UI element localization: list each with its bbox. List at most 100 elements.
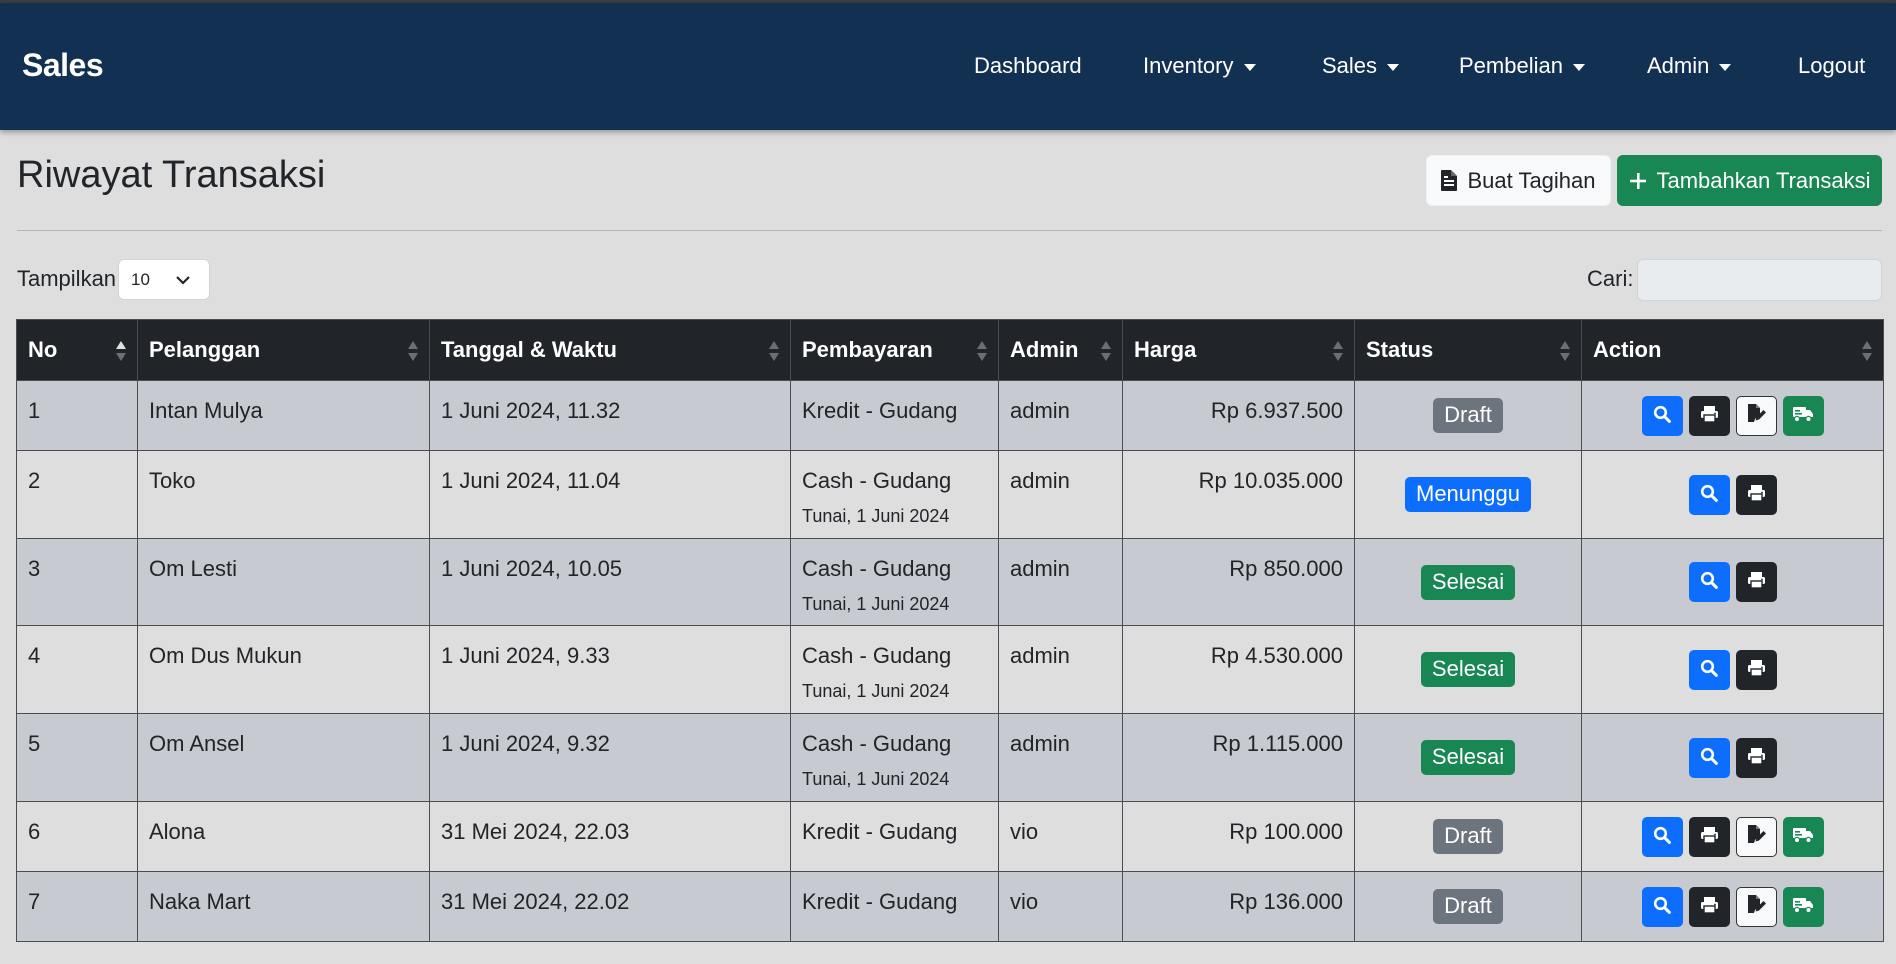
nav-label: Admin [1647,53,1710,78]
divider [17,230,1882,231]
view-button[interactable] [1688,649,1730,690]
payment-method: Kredit - Gudang [802,819,958,844]
payment-method: Cash - Gudang [802,468,952,493]
cell-pelanggan: Intan Mulya [137,380,430,451]
column-header-admin[interactable]: Admin [998,319,1123,381]
cell-no: 4 [16,625,138,714]
edit-button[interactable] [1735,886,1777,927]
cell-no: 3 [16,538,138,626]
view-button[interactable] [1641,816,1683,857]
cell-tanggal: 31 Mei 2024, 22.03 [429,801,791,872]
payment-detail: Tunai, 1 Juni 2024 [802,506,950,526]
file-edit-icon [1746,824,1766,850]
cell-harga: Rp 6.937.500 [1122,380,1355,451]
cell-status: Selesai [1354,625,1582,714]
column-header-action[interactable]: Action [1581,319,1884,381]
column-header-no[interactable]: No [16,319,138,381]
status-badge: Draft [1433,819,1503,854]
print-icon [1700,894,1719,920]
column-header-harga[interactable]: Harga [1122,319,1355,381]
cell-harga: Rp 10.035.000 [1122,450,1355,539]
cell-status: Selesai [1354,713,1582,802]
plus-icon [1629,172,1647,190]
nav-label: Logout [1798,53,1866,78]
caret-down-icon [1387,63,1400,71]
print-icon [1747,657,1766,683]
buat-tagihan-button[interactable]: Buat Tagihan [1426,155,1611,206]
cell-pelanggan: Naka Mart [137,871,430,942]
cell-action [1581,450,1884,539]
edit-button[interactable] [1735,816,1777,857]
cell-tanggal: 1 Juni 2024, 11.32 [429,380,791,451]
search-input[interactable] [1637,259,1882,301]
cell-status: Draft [1354,380,1582,451]
nav-inventory[interactable]: Inventory [1143,53,1256,79]
brand-logo[interactable]: Sales [22,47,104,84]
caret-down-icon [1719,63,1732,71]
search-icon [1700,745,1718,771]
print-button[interactable] [1735,737,1777,778]
print-button[interactable] [1688,886,1730,927]
sort-icon [1333,341,1343,361]
cell-status: Menunggu [1354,450,1582,539]
cell-admin: vio [998,871,1123,942]
status-badge: Selesai [1420,740,1516,775]
view-button[interactable] [1641,886,1683,927]
table-header-row: No Pelanggan Tanggal & Waktu Pembayaran … [16,319,1884,381]
nav-sales[interactable]: Sales [1322,53,1400,79]
view-button[interactable] [1641,395,1683,436]
print-button[interactable] [1688,816,1730,857]
ship-button[interactable] [1782,395,1824,436]
view-button[interactable] [1688,474,1730,515]
ship-button[interactable] [1782,886,1824,927]
cell-pelanggan: Om Ansel [137,713,430,802]
cell-pelanggan: Alona [137,801,430,872]
view-button[interactable] [1688,562,1730,602]
view-button[interactable] [1688,737,1730,778]
print-button[interactable] [1735,649,1777,690]
search-icon [1653,824,1671,850]
nav-label: Sales [1322,53,1378,78]
tambah-transaksi-button[interactable]: Tambahkan Transaksi [1617,155,1882,206]
sort-asc-icon [116,341,126,361]
nav-admin[interactable]: Admin [1647,53,1732,79]
print-icon [1700,403,1719,429]
cell-no: 2 [16,450,138,539]
action-buttons [1593,886,1872,927]
print-button[interactable] [1735,474,1777,515]
cell-pelanggan: Om Dus Mukun [137,625,430,714]
cell-action [1581,871,1884,942]
print-button[interactable] [1688,395,1730,436]
column-header-tanggal[interactable]: Tanggal & Waktu [429,319,791,381]
length-select[interactable]: 10 [118,259,210,300]
cell-status: Selesai [1354,538,1582,626]
edit-button[interactable] [1735,395,1777,436]
print-button[interactable] [1735,562,1777,602]
table-row: 5 Om Ansel 1 Juni 2024, 9.32 Cash - Gudang T… [16,713,1884,802]
length-label: Tampilkan [17,266,117,291]
cell-pembayaran: Kredit - Gudang [790,871,999,942]
nav-label: Pembelian [1459,53,1563,78]
cell-harga: Rp 850.000 [1122,538,1355,626]
column-header-pembayaran[interactable]: Pembayaran [790,319,999,381]
truck-icon [1792,894,1814,920]
search-icon [1700,657,1718,683]
ship-button[interactable] [1782,816,1824,857]
nav-logout[interactable]: Logout [1798,53,1865,79]
payment-detail: Tunai, 1 Juni 2024 [802,681,950,701]
cell-pembayaran: Cash - Gudang Tunai, 1 Juni 2024 [790,625,999,714]
column-header-pelanggan[interactable]: Pelanggan [137,319,430,381]
buat-tagihan-label: Buat Tagihan [1467,167,1596,193]
column-header-status[interactable]: Status [1354,319,1582,381]
action-buttons [1593,649,1872,690]
cell-action [1581,380,1884,451]
cell-pembayaran: Cash - Gudang Tunai, 1 Juni 2024 [790,538,999,626]
nav-dashboard[interactable]: Dashboard [974,53,1082,79]
cell-no: 1 [16,380,138,451]
file-edit-icon [1746,403,1766,429]
payment-method: Cash - Gudang [802,556,952,581]
print-icon [1747,745,1766,771]
cell-no: 7 [16,871,138,942]
action-buttons [1593,816,1872,857]
nav-pembelian[interactable]: Pembelian [1459,53,1585,79]
